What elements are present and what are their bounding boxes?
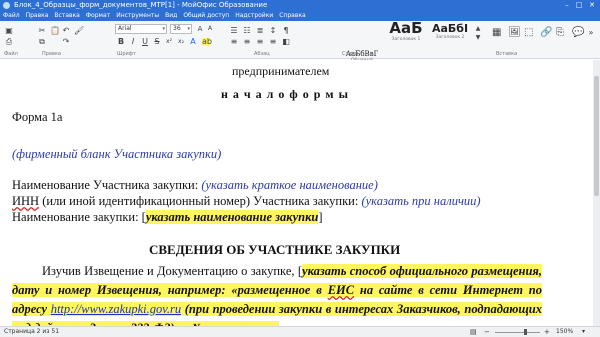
procurement-name-hint: указать наименование закупки xyxy=(145,210,319,224)
font-size-select[interactable]: 36 ▾ xyxy=(170,24,192,34)
align-left-icon[interactable]: ≡ xyxy=(230,38,238,46)
section-heading: СВЕДЕНИЯ ОБ УЧАСТНИКЕ ЗАКУПКИ xyxy=(149,242,401,257)
vertical-scrollbar[interactable] xyxy=(593,60,600,326)
paragraph-mark-icon[interactable]: ¶ xyxy=(282,27,290,35)
shrink-font-icon[interactable]: A xyxy=(206,25,214,33)
menu-file[interactable]: Файл xyxy=(3,11,20,21)
comment-icon[interactable]: 💬 xyxy=(572,28,584,38)
subscript-icon[interactable]: x₂ xyxy=(177,38,185,46)
zoom-out-icon[interactable]: − xyxy=(484,327,490,337)
view-mode-icon[interactable]: ▤ xyxy=(470,327,477,337)
italic-icon[interactable]: I xyxy=(129,38,137,46)
status-bar: Страница 2 из 51 ▤ − + 150% ▾ xyxy=(0,326,600,337)
redo-icon[interactable]: ↷ xyxy=(62,38,70,46)
font-color-icon[interactable]: A xyxy=(189,38,197,46)
menu-edit[interactable]: Правка xyxy=(26,11,49,21)
image-icon[interactable]: 🖼 xyxy=(508,28,521,38)
bold-icon[interactable]: B xyxy=(117,38,125,46)
numbered-list-icon[interactable]: ☷ xyxy=(243,27,251,35)
multilevel-list-icon[interactable]: ≣ xyxy=(256,27,264,35)
styles-scroll-down-icon[interactable]: ▼ xyxy=(474,34,482,42)
section-paragraph-label: Абзац xyxy=(254,51,270,57)
more-icon[interactable]: » xyxy=(587,29,595,37)
procurement-name-row: Наименование закупки: [указать наименова… xyxy=(12,210,323,225)
participant-name-label: Наименование Участника закупки: xyxy=(12,178,199,192)
title-bar: Блок_4_Образцы_форм_документов_МТР[1] - … xyxy=(0,0,600,11)
form-start-label: н а ч а л о ф о р м ы xyxy=(221,87,349,101)
menu-bar: Файл Правка Вставка Формат Инструменты Вид Общ… xyxy=(0,11,600,21)
undo-icon[interactable]: ↶ xyxy=(62,27,70,35)
copy-icon[interactable]: ⧉ xyxy=(38,38,46,46)
menu-addins[interactable]: Надстройки xyxy=(235,11,273,21)
section-font-label: Шрифт xyxy=(117,51,136,57)
page-break-icon[interactable]: ⎘ xyxy=(556,28,564,38)
paragraph-intro: Изучив Извещение и Документацию о закупк… xyxy=(42,264,303,278)
app-icon xyxy=(3,2,10,9)
participant-paragraph: Изучив Извещение и Документацию о закупк… xyxy=(12,262,543,326)
zoom-slider-handle[interactable] xyxy=(524,329,527,335)
section-insert-label: Вставка xyxy=(496,51,518,57)
bullet-list-icon[interactable]: ☰ xyxy=(230,27,238,35)
underline-icon[interactable]: U xyxy=(141,38,149,46)
print-icon[interactable]: ⎙ xyxy=(5,38,13,46)
zoom-slider[interactable] xyxy=(495,332,540,333)
zoom-in-icon[interactable]: + xyxy=(544,327,550,337)
section-file-label: Файл xyxy=(4,51,18,57)
paste-icon[interactable]: 📋 xyxy=(50,27,60,35)
document-canvas[interactable]: предпринимателем н а ч а л о ф о р м ы Ф… xyxy=(0,60,593,326)
scrollbar-thumb[interactable] xyxy=(594,76,599,196)
doc-line-entrepreneur: предпринимателем xyxy=(232,64,330,78)
strikethrough-icon[interactable]: S xyxy=(153,38,161,46)
inn-row: ИНН (или иной идентификационный номер) У… xyxy=(12,194,481,209)
save-icon[interactable]: ▣ xyxy=(5,27,13,35)
section-styles-label: Стили xyxy=(342,51,359,57)
form-name: Форма 1а xyxy=(12,110,63,124)
style-heading-1[interactable]: АаБ Заголовок 1 xyxy=(386,19,426,42)
fill-color-icon[interactable]: ◧ xyxy=(282,38,290,46)
link-icon[interactable]: 🔗 xyxy=(540,28,552,38)
align-justify-icon[interactable]: ≡ xyxy=(269,38,277,46)
superscript-icon[interactable]: x² xyxy=(165,38,173,46)
window-title: Блок_4_Образцы_форм_документов_МТР[1] - … xyxy=(14,1,268,9)
inn-label: (или иной идентификационный номер) Участ… xyxy=(42,194,359,208)
menu-view[interactable]: Вид xyxy=(165,11,177,21)
zoom-dropdown-icon[interactable]: ▾ xyxy=(582,327,585,337)
close-icon[interactable]: ✕ xyxy=(587,0,597,11)
participant-name-hint: (указать краткое наименование) xyxy=(201,178,378,192)
section-edit-label: Правка xyxy=(42,51,62,57)
page-counter: Страница 2 из 51 xyxy=(4,328,60,335)
font-name-select[interactable]: Arial ▾ xyxy=(115,24,167,34)
menu-insert[interactable]: Вставка xyxy=(54,11,79,21)
menu-format[interactable]: Формат xyxy=(86,11,110,21)
procurement-name-bracket: ] xyxy=(318,210,323,224)
inn-label-abbr: ИНН xyxy=(12,194,40,208)
line-spacing-icon[interactable]: ↕ xyxy=(269,27,277,35)
table-icon[interactable]: ▦ xyxy=(492,28,501,38)
highlight-icon[interactable]: ab xyxy=(202,38,212,46)
menu-help[interactable]: Справка xyxy=(279,11,305,21)
grow-font-icon[interactable]: A xyxy=(196,25,204,33)
shape-icon[interactable]: ⬚ xyxy=(524,28,533,38)
letterhead-hint: (фирменный бланк Участника закупки) xyxy=(12,147,222,161)
format-painter-icon[interactable]: 🖌 xyxy=(74,27,84,35)
align-right-icon[interactable]: ≡ xyxy=(256,38,264,46)
style-heading-2[interactable]: АаБбI Заголовок 2 xyxy=(430,22,470,44)
menu-sharing[interactable]: Общий доступ xyxy=(183,11,229,21)
inn-hint: (указать при наличии) xyxy=(361,194,481,208)
toolbar: ▣ ⎙ Файл ✂ ⧉ 📋 ↶ ↷ 🖌 Правка Arial ▾ 36 ▾ A… xyxy=(0,19,600,63)
styles-scroll-up-icon[interactable]: ▲ xyxy=(474,25,482,33)
align-center-icon[interactable]: ≡ xyxy=(243,38,251,46)
zoom-level[interactable]: 150% xyxy=(556,327,573,337)
procurement-name-label: Наименование закупки: [ xyxy=(12,210,146,224)
minimize-icon[interactable]: – xyxy=(562,0,572,11)
paragraph-eis: ЕИС xyxy=(327,283,355,297)
zakupki-link[interactable]: http://www.zakupki.gov.ru xyxy=(50,302,182,316)
participant-name-row: Наименование Участника закупки: (указать… xyxy=(12,178,378,193)
maximize-icon[interactable]: □ xyxy=(574,0,584,11)
menu-tools[interactable]: Инструменты xyxy=(116,11,159,21)
cut-icon[interactable]: ✂ xyxy=(38,27,46,35)
